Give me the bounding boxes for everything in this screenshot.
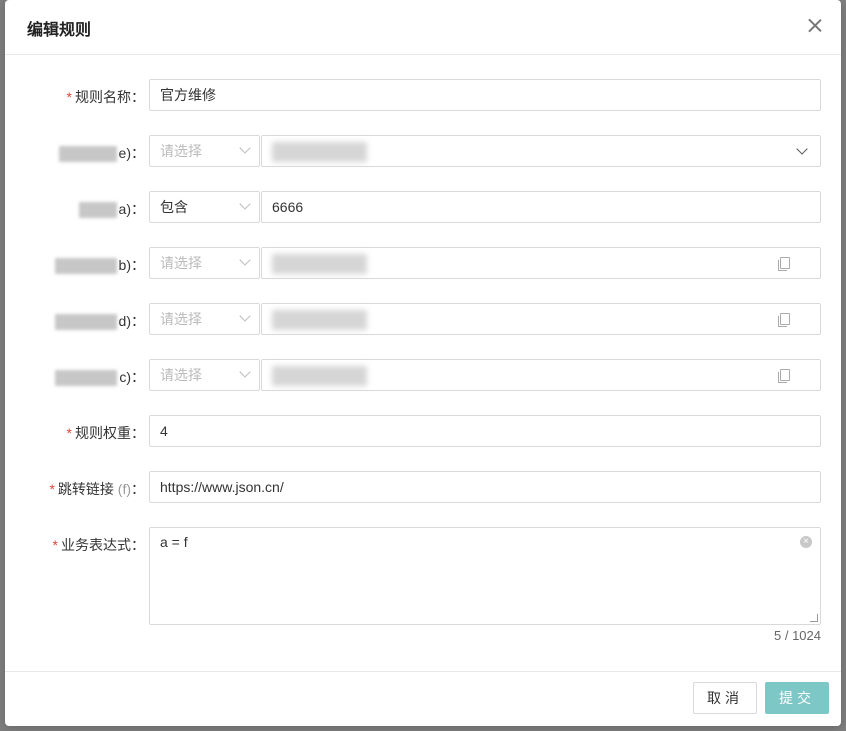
copy-icon[interactable] [778, 257, 790, 271]
copy-icon[interactable] [778, 369, 790, 383]
expression-value: a = f [160, 534, 188, 550]
chevron-down-icon [239, 142, 251, 154]
field-a-value-input[interactable]: 6666 [261, 191, 821, 223]
jump-link-input[interactable]: https://www.json.cn/ [149, 471, 821, 503]
field-b-value-input[interactable] [261, 247, 821, 279]
chevron-down-icon [796, 143, 808, 155]
rule-weight-input[interactable]: 4 [149, 415, 821, 447]
dialog-title: 编辑规则 [27, 22, 92, 39]
form-row-field-b: b)： 请选择 [5, 247, 841, 279]
expression-label: * 业务表达式： [52, 537, 145, 553]
submit-button[interactable]: 提交 [765, 682, 829, 714]
field-c-operator-select[interactable]: 请选择 [149, 359, 260, 391]
jump-link-label: * 跳转链接 (f)： [49, 481, 145, 497]
field-e-label: e)： [58, 143, 145, 163]
dialog-footer: 取消 提交 [5, 671, 841, 726]
field-c-label: c)： [55, 367, 145, 387]
redacted-value [272, 254, 367, 274]
chevron-down-icon [239, 254, 251, 266]
form-row-field-c: c)： 请选择 [5, 359, 841, 391]
chevron-down-icon [239, 198, 251, 210]
form-row-rule-weight: * 规则权重： 4 [5, 415, 841, 447]
rule-name-label: * 规则名称： [66, 89, 145, 105]
form-row-field-d: d)： 请选择 [5, 303, 841, 335]
chevron-down-icon [239, 310, 251, 322]
edit-rule-dialog: 编辑规则 * 规则名称： 官方维修 e)： 请选择 a)： 包含 6666 b)… [5, 0, 841, 726]
form-row-expression: * 业务表达式： a = f × 5 / 1024 [5, 527, 841, 657]
close-icon[interactable] [803, 14, 827, 38]
clear-icon[interactable]: × [800, 536, 812, 548]
field-d-operator-select[interactable]: 请选择 [149, 303, 260, 335]
rule-weight-label: * 规则权重： [66, 425, 145, 441]
dialog-header: 编辑规则 [5, 0, 841, 55]
resize-handle[interactable] [810, 614, 818, 622]
field-e-value-select[interactable] [261, 135, 821, 167]
redacted-value [272, 142, 367, 162]
form-row-field-e: e)： 请选择 [5, 135, 841, 167]
field-a-operator-select[interactable]: 包含 [149, 191, 260, 223]
form-row-rule-name: * 规则名称： 官方维修 [5, 79, 841, 111]
copy-icon[interactable] [778, 313, 790, 327]
form-row-jump-link: * 跳转链接 (f)： https://www.json.cn/ [5, 471, 841, 503]
redacted-value [272, 366, 367, 386]
redacted-value [272, 310, 367, 330]
field-b-label: b)： [54, 255, 145, 275]
cancel-button[interactable]: 取消 [693, 682, 757, 714]
field-d-label: d)： [54, 311, 145, 331]
field-d-value-input[interactable] [261, 303, 821, 335]
field-b-operator-select[interactable]: 请选择 [149, 247, 260, 279]
rule-name-input[interactable]: 官方维修 [149, 79, 821, 111]
field-c-value-input[interactable] [261, 359, 821, 391]
form-row-field-a: a)： 包含 6666 [5, 191, 841, 223]
expression-textarea[interactable]: a = f × [149, 527, 821, 625]
chevron-down-icon [239, 366, 251, 378]
field-a-label: a)： [78, 199, 145, 219]
char-counter: 5 / 1024 [774, 628, 821, 643]
field-e-operator-select[interactable]: 请选择 [149, 135, 260, 167]
